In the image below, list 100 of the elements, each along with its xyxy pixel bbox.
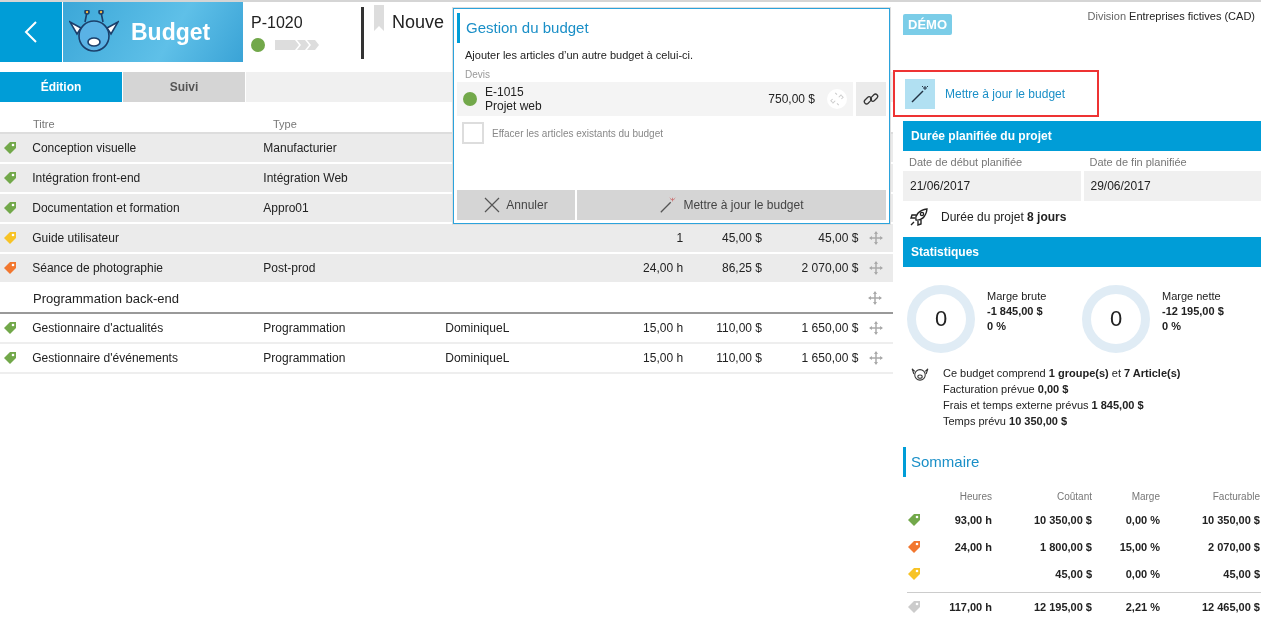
table-cell: Programmation — [263, 321, 346, 335]
quote-item[interactable]: E-1015 Projet web 750,00 $ — [457, 82, 853, 116]
summary-cell: 45,00 $ — [1223, 567, 1260, 580]
tab[interactable]: Suivi — [123, 72, 245, 102]
update-budget-link[interactable]: Mettre à jour le budget — [905, 78, 1066, 109]
group-title: Programmation back-end — [33, 290, 180, 306]
pig-icon — [69, 10, 119, 54]
project-duration: Durée du projet 8 jours — [941, 210, 1067, 224]
summary-cell: 2 070,00 $ — [1208, 540, 1260, 553]
column-header: Marge — [1130, 491, 1160, 504]
total-cell: 12 465,00 $ — [1201, 600, 1260, 613]
section-title: Sommaire — [903, 447, 1261, 477]
column-header: Titre — [33, 118, 56, 130]
info-line: Temps prévu 10 350,00 $ — [943, 415, 1069, 427]
project-code: P-1020 — [251, 14, 304, 32]
column-header: Heures — [958, 491, 992, 504]
summary-cell: 15,00 % — [1119, 540, 1160, 553]
total-cell: 2,21 % — [1125, 600, 1160, 613]
table-cell: 15,00 h — [643, 321, 684, 335]
progress-steps-icon — [275, 40, 319, 50]
date-field[interactable]: 21/06/2017 — [903, 171, 1081, 201]
quote-name: Projet web — [485, 99, 543, 113]
summary-cell: 1 800,00 $ — [1040, 540, 1092, 553]
section-header: Durée planifiée du projet — [903, 121, 1261, 151]
table-cell: Manufacturier — [263, 141, 337, 155]
bookmark-icon[interactable] — [374, 5, 384, 31]
move-handle-icon[interactable] — [868, 231, 883, 245]
table-cell: DominiqueL — [445, 351, 510, 365]
unlink-icon[interactable] — [827, 89, 847, 109]
summary-cell: 0,00 % — [1125, 513, 1160, 526]
dialog-title: Gestion du budget — [457, 13, 886, 43]
summary-cell: 93,00 h — [954, 513, 992, 526]
table-cell: 1 650,00 $ — [801, 351, 859, 365]
table-cell: Post-prod — [263, 261, 316, 275]
wand-icon — [910, 83, 930, 104]
gauge-label: Marge brute — [987, 290, 1047, 302]
table-cell: 45,00 $ — [818, 231, 859, 245]
summary-cell: 10 350,00 $ — [1201, 513, 1260, 526]
gauge-ring: 0 — [907, 285, 975, 353]
table-cell: 110,00 $ — [716, 321, 763, 335]
division-label: Division — [1087, 10, 1126, 22]
summary-cell: 0,00 % — [1125, 567, 1160, 580]
summary-cell: 24,00 h — [954, 540, 992, 553]
info-line: Facturation prévue 0,00 $ — [943, 383, 1070, 395]
section-label: Devis — [465, 69, 491, 80]
gauge-amount: -12 195,00 $ — [1162, 305, 1224, 317]
table-cell: 86,25 $ — [722, 261, 763, 275]
table-cell-text: Gestionnaire d'actualités — [32, 321, 165, 335]
gauge-amount: -1 845,00 $ — [987, 305, 1044, 317]
rocket-icon — [909, 207, 929, 227]
column-header: Type — [273, 118, 298, 130]
date-field[interactable]: 29/06/2017 — [1083, 171, 1261, 201]
column-header: Facturable — [1211, 491, 1260, 504]
link-icon — [862, 90, 880, 108]
total-cell: 117,00 h — [949, 600, 992, 613]
table-cell: Intégration Web — [263, 171, 348, 185]
update-budget-button[interactable]: Mettre à jour le budget — [577, 190, 886, 220]
close-icon — [484, 197, 501, 213]
module-title: Budget — [131, 18, 211, 46]
table-cell: 1 — [676, 231, 684, 245]
table-cell: Programmation — [263, 351, 346, 365]
table-cell: 15,00 h — [643, 351, 684, 365]
move-handle-icon[interactable] — [868, 351, 883, 365]
table-cell: 1 650,00 $ — [801, 321, 859, 335]
gauge-label: Marge nette — [1162, 290, 1222, 302]
quote-code: E-1015 — [485, 85, 525, 99]
project-name: Nouve — [392, 12, 445, 33]
wand-icon — [659, 196, 678, 214]
summary-cell: 10 350,00 $ — [1033, 513, 1092, 526]
gauge-ring: 0 — [1082, 285, 1150, 353]
table-cell-text: Intégration front-end — [32, 171, 142, 185]
field-label: Date de fin planifiée — [1088, 155, 1188, 170]
division-name: Entreprises fictives (CAD) — [1129, 10, 1255, 22]
table-cell: Appro01 — [263, 201, 309, 215]
cancel-button[interactable]: Annuler — [457, 190, 575, 220]
total-cell: 12 195,00 $ — [1033, 600, 1092, 613]
summary-cell: 45,00 $ — [1055, 567, 1092, 580]
pig-icon — [911, 367, 929, 381]
table-cell: 24,00 h — [643, 261, 684, 275]
section-header: Statistiques — [903, 237, 1261, 267]
table-cell-text: Guide utilisateur — [32, 231, 120, 245]
table-cell-text: Conception visuelle — [32, 141, 138, 155]
checkbox[interactable] — [462, 122, 484, 144]
move-handle-icon[interactable] — [868, 261, 883, 275]
dialog-description: Ajouter les articles d’un autre budget à celui-ci. — [465, 49, 695, 61]
table-cell: 110,00 $ — [716, 351, 763, 365]
gauge-percent: 0 % — [1162, 320, 1182, 332]
demo-badge: DÉMO — [903, 14, 952, 35]
table-cell: DominiqueL — [445, 321, 510, 335]
column-header: Coûtant — [1055, 491, 1092, 504]
move-handle-icon[interactable] — [868, 321, 883, 335]
table-cell-text: Gestionnaire d'événements — [32, 351, 179, 365]
table-cell: 45,00 $ — [722, 231, 763, 245]
back-button[interactable] — [0, 2, 62, 62]
checkbox-label: Effacer les articles existants du budget — [492, 127, 664, 139]
chevron-left-icon — [24, 20, 38, 44]
info-line: Ce budget comprend 1 groupe(s) et 7 Article(s) — [943, 367, 1181, 379]
link-button[interactable] — [856, 82, 886, 116]
field-label: Date de début planifiée — [908, 155, 1024, 170]
move-handle-icon[interactable] — [868, 291, 882, 305]
